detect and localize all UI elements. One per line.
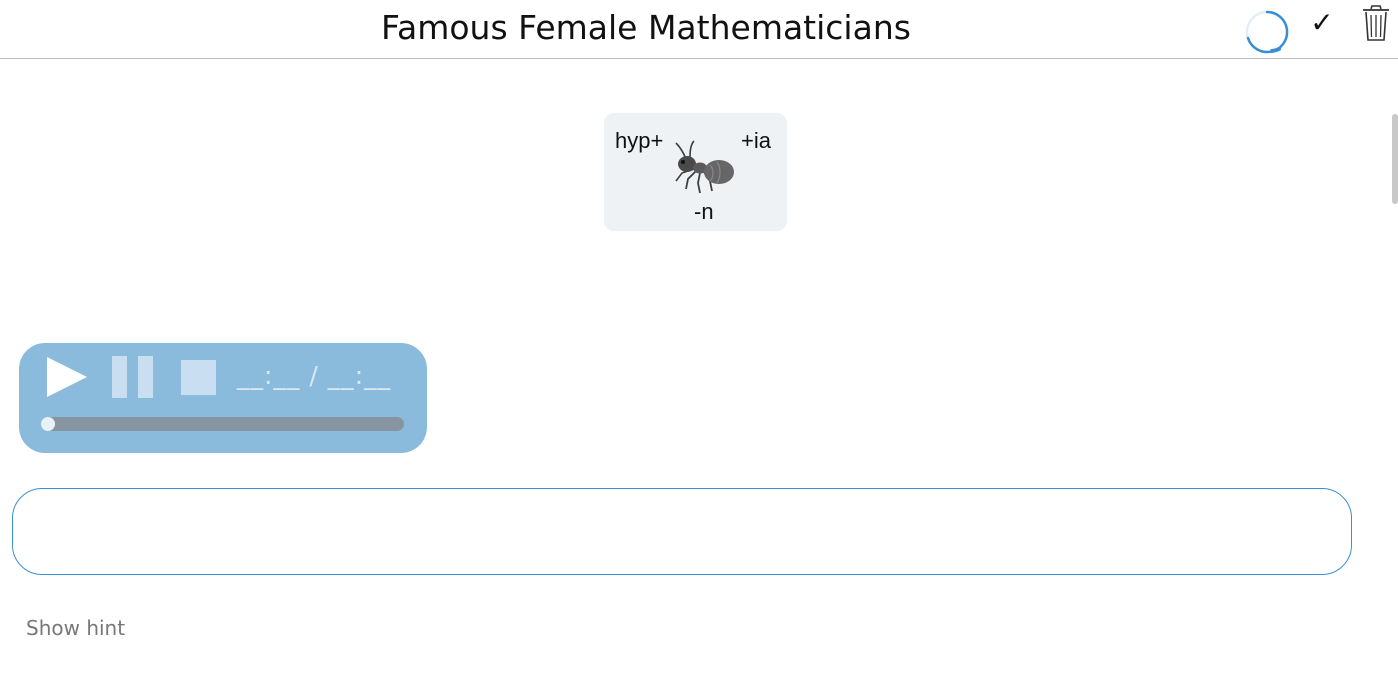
trash-can-icon[interactable] [1360, 4, 1392, 44]
progress-track[interactable] [41, 417, 404, 431]
rebus-puzzle-card: hyp+ +ia -n [604, 113, 787, 231]
puzzle-prefix: hyp+ [615, 128, 664, 153]
puzzle-under-text: -n [694, 199, 714, 224]
play-icon[interactable] [45, 355, 89, 399]
loading-spinner-icon [1245, 10, 1289, 54]
ant-icon [675, 140, 734, 194]
show-hint-link[interactable]: Show hint [26, 616, 125, 640]
check-mark-icon: ✓ [1310, 6, 1334, 39]
audio-player: __:__ / __:__ [19, 343, 427, 453]
progress-knob[interactable] [41, 417, 55, 431]
header-bar: Famous Female Mathematicians ✓ [0, 0, 1398, 59]
puzzle-suffix: +ia [741, 128, 771, 153]
check-button[interactable]: ✓ [1305, 6, 1339, 40]
pause-icon[interactable] [111, 356, 153, 398]
stop-icon[interactable] [181, 360, 216, 395]
scrollbar-thumb[interactable] [1392, 114, 1398, 204]
time-display: __:__ / __:__ [237, 361, 392, 390]
answer-input[interactable] [12, 488, 1352, 575]
page-title: Famous Female Mathematicians [381, 8, 911, 47]
